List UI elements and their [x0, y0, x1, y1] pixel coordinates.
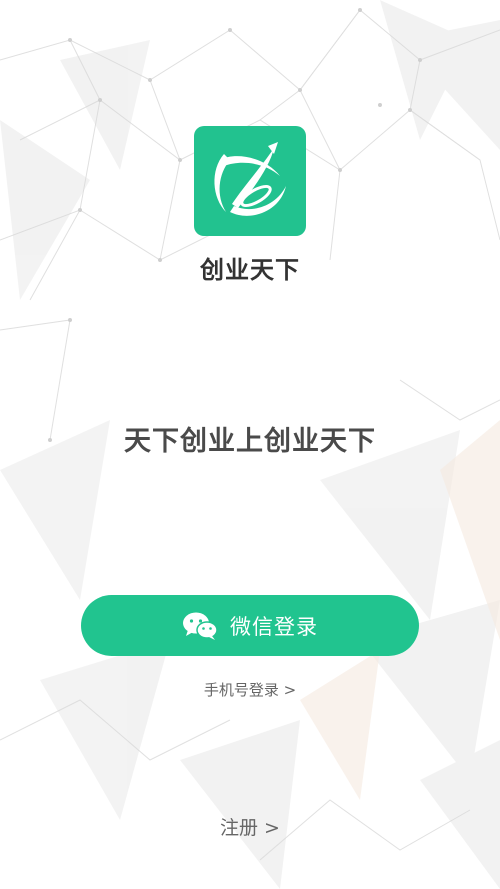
- app-name: 创业天下: [200, 256, 300, 284]
- register-link[interactable]: 注册 >: [0, 813, 500, 840]
- app-logo: [194, 126, 306, 236]
- slogan-text: 天下创业上创业天下: [124, 426, 376, 457]
- wechat-login-label: 微信登录: [230, 614, 318, 639]
- phone-login-link[interactable]: 手机号登录 >: [0, 679, 500, 700]
- wechat-icon: [182, 611, 218, 641]
- app-logo-icon: [214, 142, 286, 216]
- wechat-login-button[interactable]: 微信登录: [81, 595, 419, 656]
